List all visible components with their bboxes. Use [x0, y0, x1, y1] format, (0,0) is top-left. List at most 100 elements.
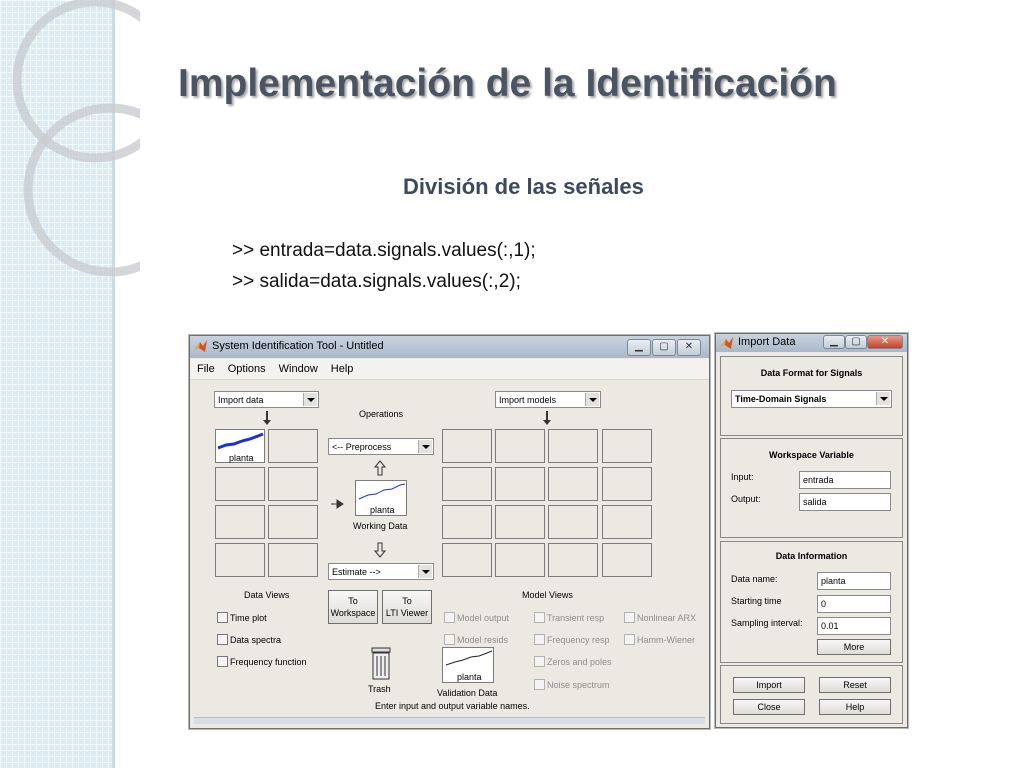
data-views-label: Data Views	[244, 590, 290, 600]
data-slot-empty[interactable]	[215, 467, 265, 501]
menu-window[interactable]: Window	[272, 360, 324, 375]
model-slot[interactable]	[495, 543, 545, 577]
data-format-select[interactable]: Time-Domain Signals	[731, 390, 892, 408]
hamm-wiener-checkbox[interactable]	[624, 634, 635, 645]
bottom-scrollbar[interactable]	[194, 717, 705, 724]
ident-titlebar[interactable]: System Identification Tool - Untitled ▁ …	[190, 336, 709, 358]
arrow-down-icon	[543, 411, 551, 425]
planta-signal-thumbnail	[217, 432, 264, 450]
model-slot[interactable]	[548, 429, 598, 463]
nonlinear-arx-label: Nonlinear ARX	[637, 613, 697, 623]
chevron-down-icon	[418, 440, 432, 453]
model-slot[interactable]	[602, 467, 652, 501]
model-resids-label: Model resids	[457, 635, 509, 645]
data-slot-empty[interactable]	[268, 467, 318, 501]
import-window-title: Import Data	[738, 336, 796, 348]
close-button[interactable]: ✕	[677, 339, 701, 356]
validation-data-thumbnail	[445, 650, 493, 666]
zeros-poles-checkbox[interactable]	[534, 656, 545, 667]
working-data-label: Working Data	[353, 521, 408, 531]
matlab-icon	[721, 337, 733, 349]
chevron-down-icon	[418, 565, 432, 578]
import-titlebar[interactable]: Import Data ▁ ▢ ✕	[716, 334, 907, 352]
chevron-down-icon	[876, 392, 890, 405]
model-slot[interactable]	[548, 543, 598, 577]
operations-label: Operations	[359, 409, 404, 419]
sampling-interval-field[interactable]: 0.01	[817, 617, 891, 635]
model-slot[interactable]	[442, 467, 492, 501]
starting-time-label: Starting time	[731, 596, 782, 606]
model-slot[interactable]	[602, 505, 652, 539]
import-maximize-button[interactable]: ▢	[845, 335, 867, 349]
more-button[interactable]: More	[817, 639, 891, 655]
input-label: Input:	[731, 472, 754, 482]
help-button[interactable]: Help	[819, 699, 891, 715]
zeros-poles-label: Zeros and poles	[547, 657, 612, 667]
import-data-select[interactable]: Import data	[214, 391, 319, 408]
data-information-title: Data Information	[775, 551, 848, 561]
maximize-button[interactable]: ▢	[652, 339, 676, 356]
model-slot[interactable]	[495, 505, 545, 539]
menu-help[interactable]: Help	[324, 360, 360, 375]
frequency-resp-checkbox[interactable]	[534, 634, 545, 645]
model-slot[interactable]	[602, 543, 652, 577]
close-dialog-button[interactable]: Close	[733, 699, 805, 715]
model-slot[interactable]	[602, 429, 652, 463]
reset-button[interactable]: Reset	[819, 677, 891, 693]
model-resids-checkbox[interactable]	[444, 634, 455, 645]
chevron-down-icon	[303, 393, 317, 406]
nonlinear-arx-checkbox[interactable]	[624, 612, 635, 623]
trash-icon[interactable]	[370, 647, 392, 681]
matlab-icon	[195, 340, 207, 352]
decorative-rings	[12, 0, 140, 277]
import-close-button[interactable]: ✕	[867, 335, 903, 349]
data-spectra-label: Data spectra	[230, 635, 282, 645]
data-slot-empty[interactable]	[215, 543, 265, 577]
input-field[interactable]: entrada	[799, 471, 891, 489]
model-output-checkbox[interactable]	[444, 612, 455, 623]
data-slot-empty[interactable]	[215, 505, 265, 539]
model-slot[interactable]	[495, 467, 545, 501]
transient-resp-checkbox[interactable]	[534, 612, 545, 623]
minimize-button[interactable]: ▁	[627, 339, 651, 356]
time-plot-label: Time plot	[230, 613, 267, 623]
to-workspace-button[interactable]: To Workspace	[328, 590, 378, 624]
menu-options[interactable]: Options	[221, 360, 272, 375]
data-information-panel: Data Information Data name: planta Start…	[720, 541, 903, 663]
output-field[interactable]: salida	[799, 493, 891, 511]
import-models-select[interactable]: Import models	[495, 391, 601, 408]
model-slot[interactable]	[548, 467, 598, 501]
model-slot[interactable]	[548, 505, 598, 539]
import-data-window: Import Data ▁ ▢ ✕ Data Format for Signal…	[715, 333, 908, 728]
noise-spectrum-checkbox[interactable]	[534, 679, 545, 690]
data-slot-empty[interactable]	[268, 543, 318, 577]
frequency-resp-label: Frequency resp	[547, 635, 610, 645]
data-slot-empty[interactable]	[268, 505, 318, 539]
action-buttons-panel: Import Reset Close Help	[720, 665, 903, 724]
preprocess-select[interactable]: <-- Preprocess	[328, 438, 434, 455]
data-spectra-checkbox[interactable]	[217, 634, 228, 645]
model-slot[interactable]	[495, 429, 545, 463]
time-plot-checkbox[interactable]	[217, 612, 228, 623]
arrow-up-icon	[374, 460, 386, 476]
import-button[interactable]: Import	[733, 677, 805, 693]
validation-data-item-label: planta	[457, 672, 482, 682]
model-output-label: Model output	[457, 613, 510, 623]
workspace-variable-panel: Workspace Variable Input: entrada Output…	[720, 438, 903, 538]
data-slot-empty[interactable]	[268, 429, 318, 463]
to-lti-viewer-button[interactable]: To LTI Viewer	[382, 590, 432, 624]
model-slot[interactable]	[442, 505, 492, 539]
to-lti-line1: To	[402, 596, 412, 606]
model-slot[interactable]	[442, 429, 492, 463]
menu-file[interactable]: File	[190, 360, 221, 375]
starting-time-field[interactable]: 0	[817, 595, 891, 613]
estimate-select[interactable]: Estimate -->	[328, 563, 434, 580]
data-slot-planta[interactable]: planta	[215, 429, 265, 463]
import-minimize-button[interactable]: ▁	[823, 335, 845, 349]
chevron-down-icon	[585, 393, 599, 406]
validation-data-slot[interactable]: planta	[442, 647, 494, 683]
data-name-field[interactable]: planta	[817, 572, 891, 590]
frequency-function-checkbox[interactable]	[217, 656, 228, 667]
working-data-slot[interactable]: planta	[355, 480, 407, 516]
model-slot[interactable]	[442, 543, 492, 577]
